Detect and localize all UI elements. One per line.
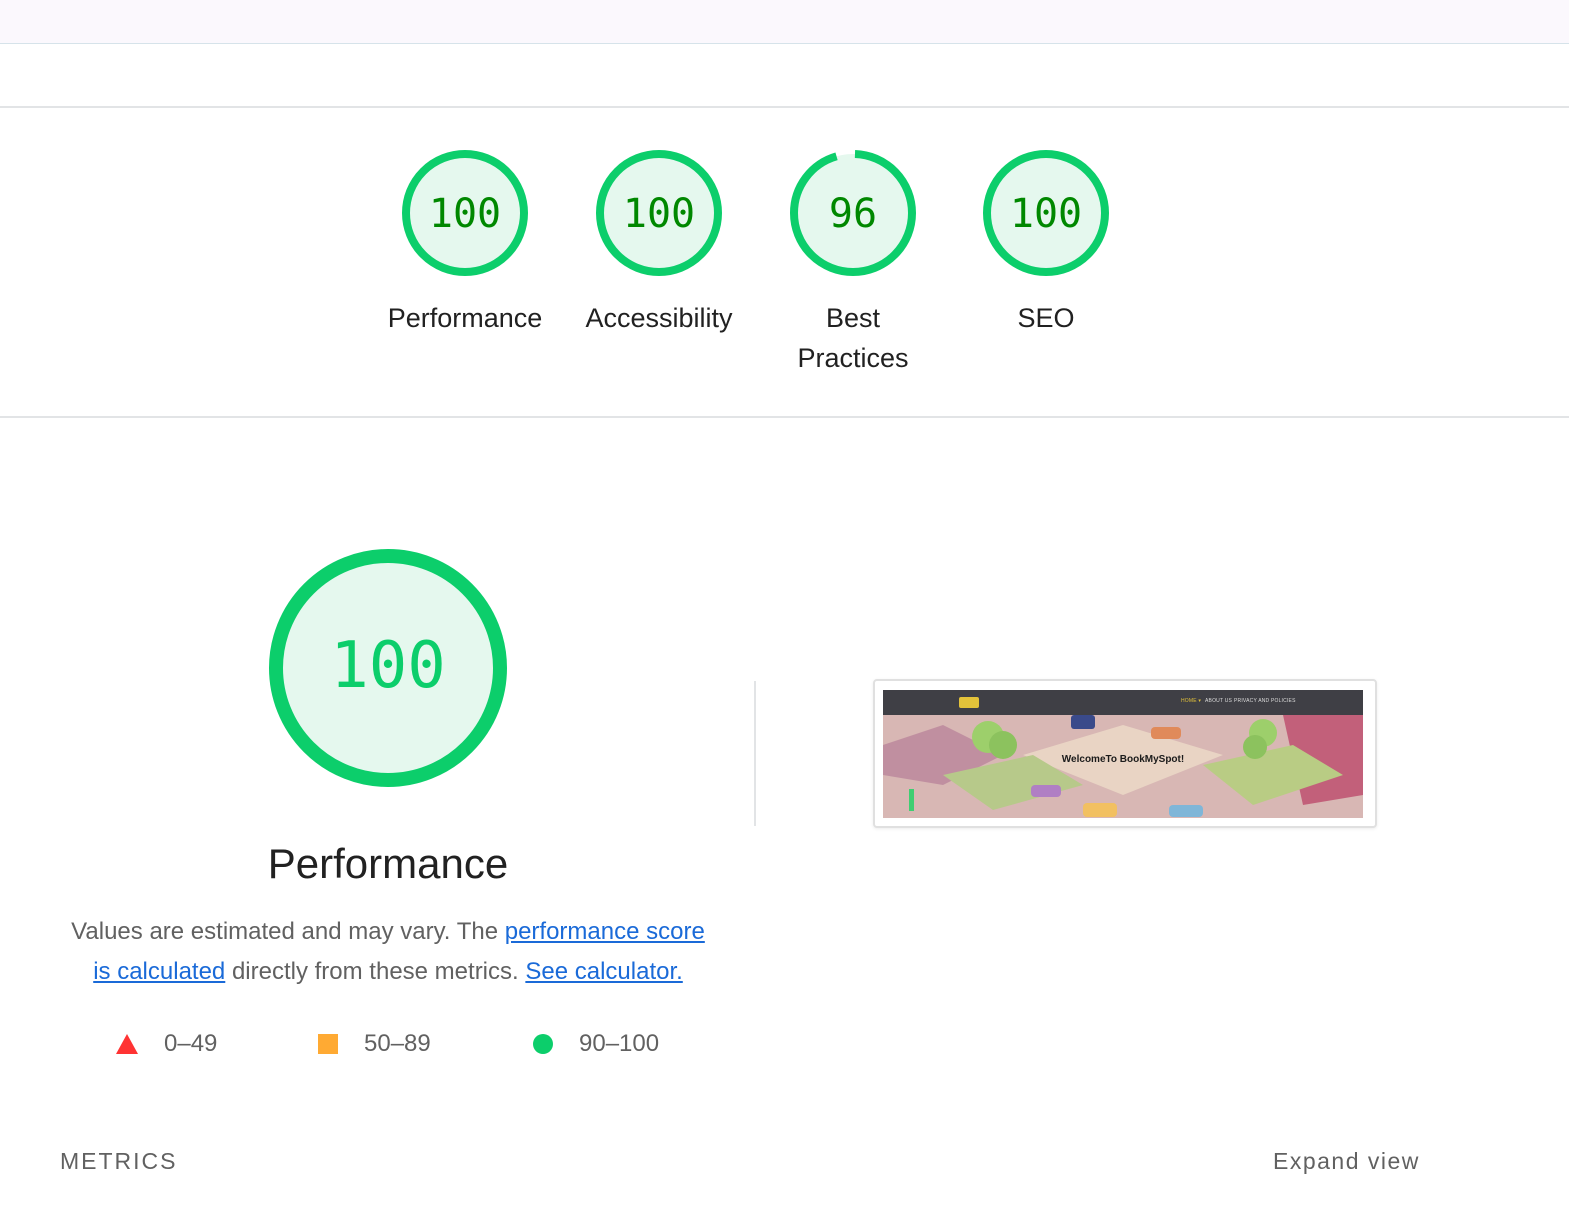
- legend-range: 0–49: [164, 1030, 218, 1057]
- legend-pass: 90–100: [533, 1028, 659, 1060]
- sticky-header: [0, 44, 1569, 108]
- gauge-performance[interactable]: 100 Performance: [375, 148, 555, 338]
- gauge-label: Accessibility: [585, 303, 733, 333]
- gauge-ring: 100: [402, 150, 528, 276]
- metrics-heading: METRICS: [60, 1148, 178, 1174]
- gauge-ring: 96: [790, 150, 916, 276]
- triangle-icon: [116, 1034, 138, 1054]
- screenshot-hero-text: WelcomeTo BookMySpot!: [1061, 754, 1185, 765]
- gauge-label: SEO: [1017, 303, 1075, 333]
- performance-title: Performance: [267, 840, 509, 887]
- gauge-accessibility[interactable]: 100 Accessibility: [569, 148, 749, 338]
- gauge-seo[interactable]: 100 SEO: [956, 148, 1136, 338]
- screenshot-nav-item: ABOUT US: [1205, 698, 1233, 704]
- gauge-score: 100: [1010, 191, 1082, 237]
- screenshot-image: HOME ▾ ABOUT US PRIVACY AND POLICIES Wel…: [883, 690, 1363, 818]
- screenshot-nav-item: HOME ▾: [1181, 698, 1202, 704]
- top-toolbar: [0, 0, 1569, 44]
- final-screenshot[interactable]: HOME ▾ ABOUT US PRIVACY AND POLICIES Wel…: [873, 679, 1377, 828]
- screenshot-navbar: HOME ▾ ABOUT US PRIVACY AND POLICIES: [883, 690, 1363, 715]
- gauge-ring: 100: [269, 549, 507, 787]
- performance-gauge-large: 100: [266, 546, 510, 790]
- legend-average: 50–89: [318, 1028, 431, 1060]
- screenshot-nav-item: PRIVACY AND POLICIES: [1234, 698, 1296, 704]
- gauge-best-practices[interactable]: 96 Best Practices: [763, 148, 943, 378]
- section-divider: [0, 416, 1569, 418]
- gauge-label: Best Practices: [797, 303, 909, 373]
- vertical-divider: [754, 681, 756, 826]
- description-text: Values are estimated and may vary. The: [71, 918, 505, 945]
- screenshot-logo: [959, 697, 979, 708]
- gauge-ring: 100: [596, 150, 722, 276]
- legend-range: 50–89: [364, 1030, 431, 1057]
- gauge-score: 100: [623, 191, 695, 237]
- legend-range: 90–100: [579, 1030, 660, 1057]
- square-icon: [318, 1034, 338, 1054]
- screenshot-hero-illustration: [883, 715, 1363, 818]
- gauge-score: 100: [330, 629, 446, 703]
- description-text: directly from these metrics.: [225, 958, 526, 985]
- gauge-score: 100: [429, 191, 501, 237]
- performance-description: Values are estimated and may vary. The p…: [62, 912, 714, 992]
- see-calculator-link[interactable]: See calculator.: [525, 958, 682, 985]
- gauge-ring: 100: [983, 150, 1109, 276]
- expand-view-toggle[interactable]: Expand view: [1273, 1148, 1420, 1175]
- gauge-label: Performance: [387, 303, 543, 333]
- circle-icon: [533, 1034, 553, 1054]
- legend-fail: 0–49: [116, 1028, 217, 1060]
- gauge-score: 96: [829, 191, 877, 237]
- lighthouse-report: 100 Performance 100 Accessibility 96 Bes…: [0, 0, 1569, 1209]
